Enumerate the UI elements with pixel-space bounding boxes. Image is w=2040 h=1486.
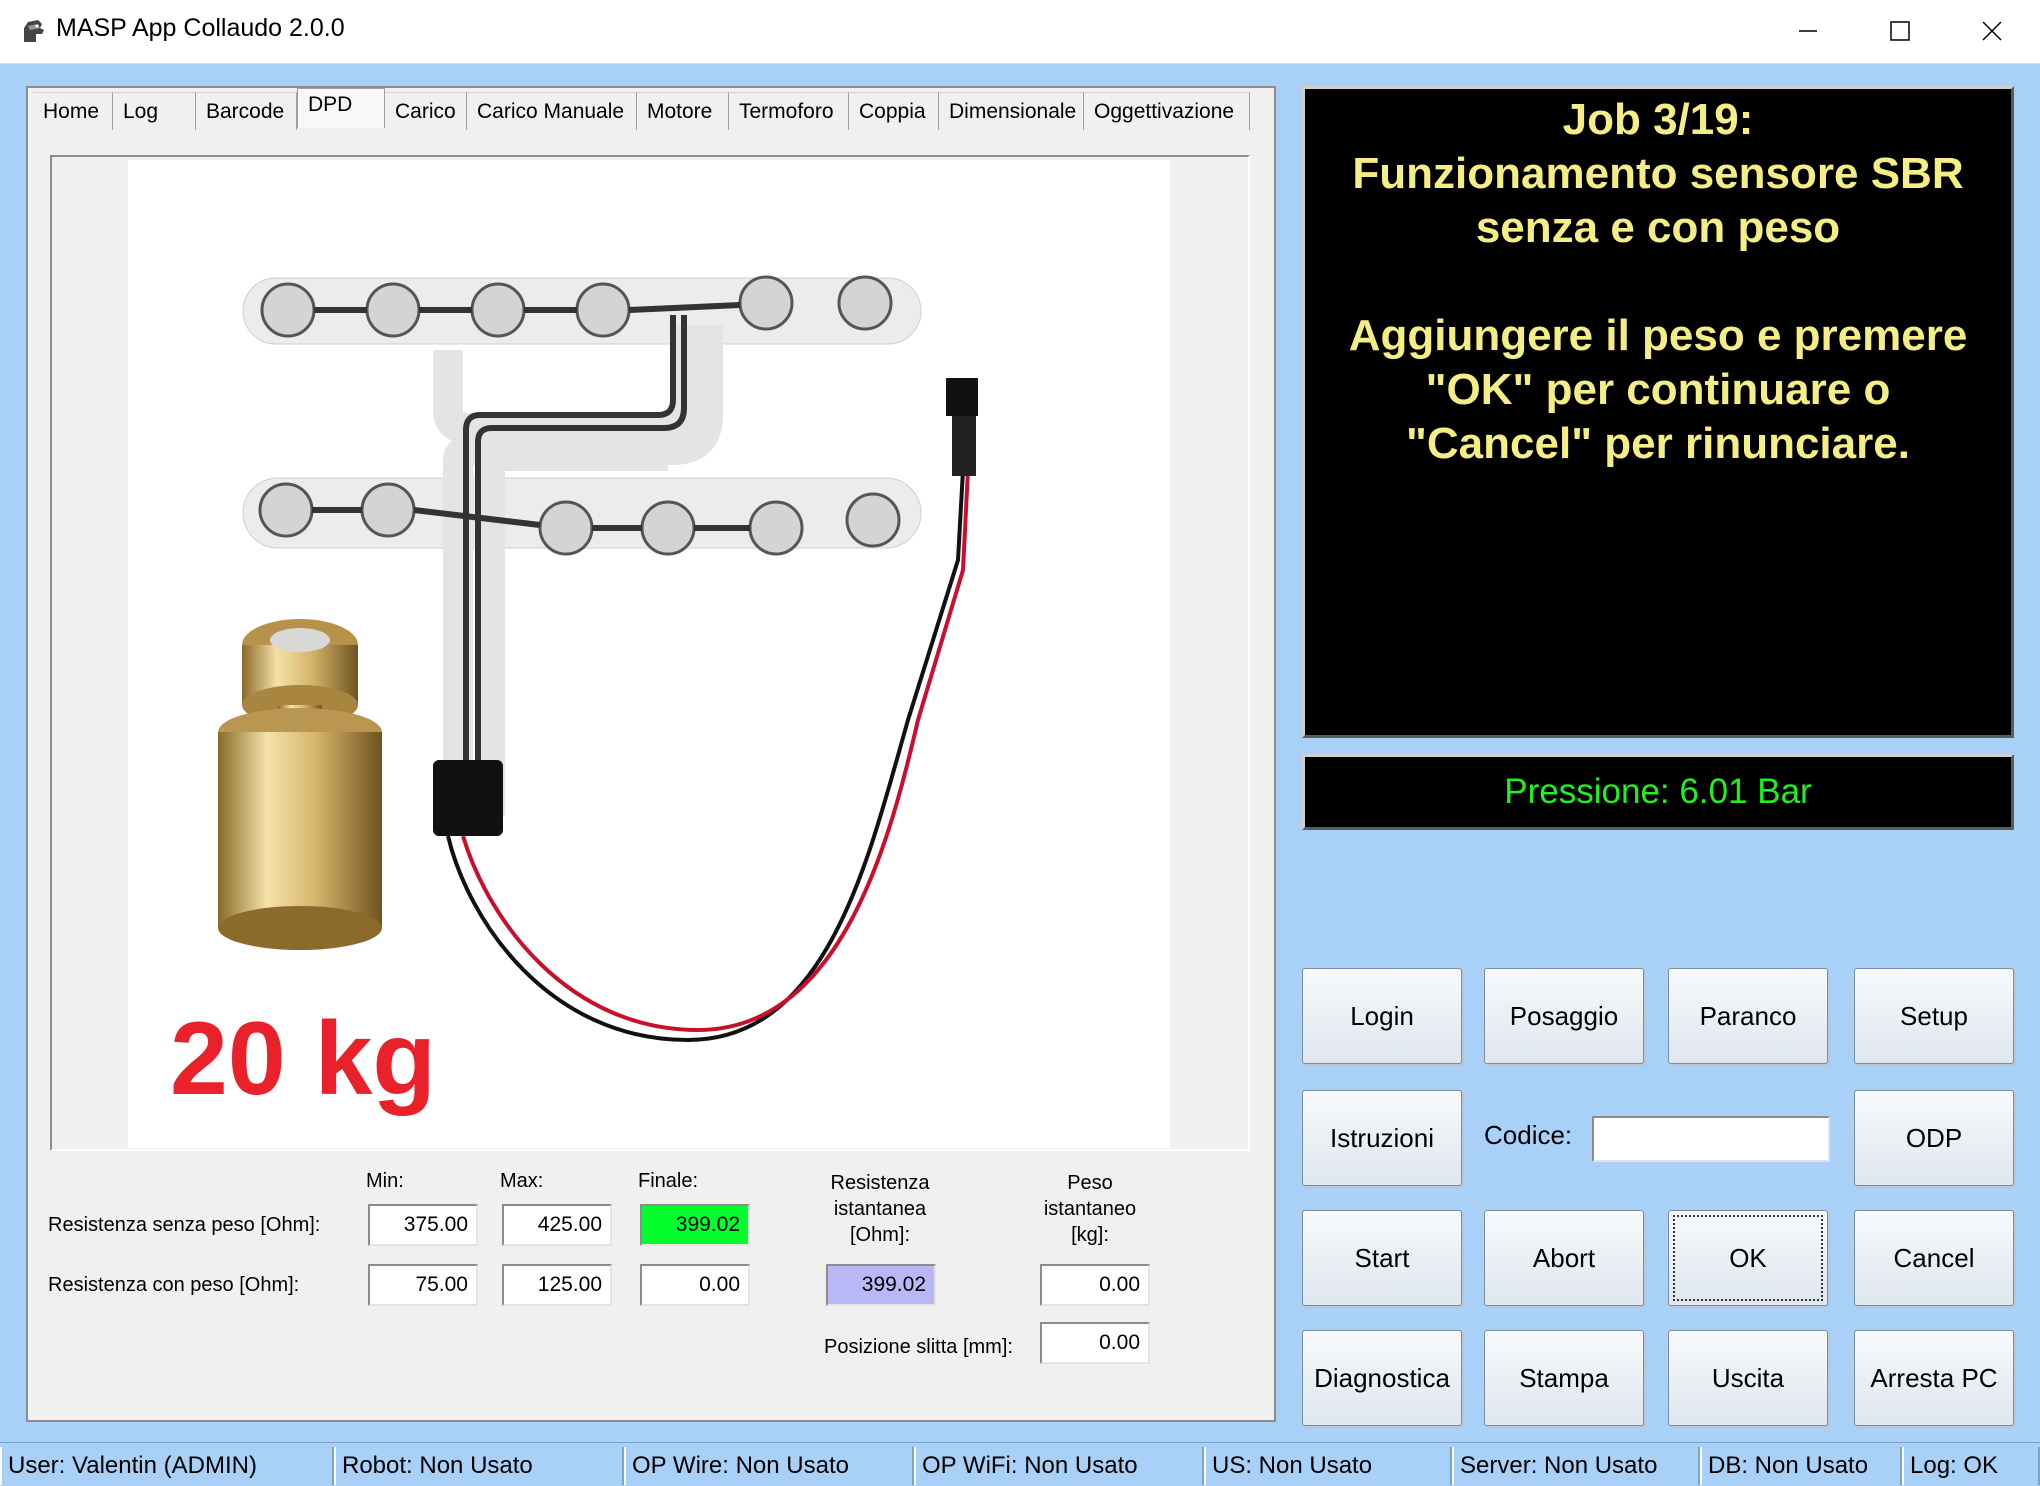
tab-oggettivazione[interactable]: Oggettivazione [1084,92,1250,130]
instant-weight-field: 0.00 [1040,1264,1150,1306]
weight-label: 20 kg [170,1001,436,1117]
istruzioni-button[interactable]: Istruzioni [1302,1090,1462,1186]
tab-barcode[interactable]: Barcode [196,92,297,130]
row2-min-field[interactable]: 75.00 [368,1264,478,1306]
job-subtitle: senza e con peso [1475,203,1841,252]
start-button[interactable]: Start [1302,1210,1462,1306]
maximize-button[interactable] [1854,0,1946,62]
stampa-button[interactable]: Stampa [1484,1330,1644,1426]
slide-position-label: Posizione slitta [mm]: [824,1336,1013,1358]
row-with-weight-label: Resistenza con peso [Ohm]: [48,1274,300,1296]
job-title: Funzionamento sensore SBR [1352,149,1964,198]
instruction-line-1: Aggiungere il peso e premere [1348,311,1968,360]
close-icon [1982,21,2002,41]
status-robot: Robot: Non Usato [334,1447,624,1485]
codice-label: Codice: [1484,1120,1573,1150]
row-without-weight-label: Resistenza senza peso [Ohm]: [48,1214,321,1236]
job-number: Job 3/19: [1562,95,1754,144]
tab-log[interactable]: Log [113,92,196,130]
status-db: DB: Non Usato [1700,1447,1902,1485]
status-server: Server: Non Usato [1452,1447,1700,1485]
tab-strip: Home Log Barcode DPD Carico Carico Manua… [33,88,1250,132]
min-header: Min: [366,1170,404,1192]
final-header: Finale: [638,1170,699,1192]
row2-max-field[interactable]: 125.00 [502,1264,612,1306]
window-title: MASP App Collaudo 2.0.0 [56,14,345,42]
tab-coppia[interactable]: Coppia [849,92,939,130]
instant-resistance-header: Resistenza istantanea [Ohm]: [830,1172,930,1246]
diagnostica-button[interactable]: Diagnostica [1302,1330,1462,1426]
maximize-icon [1890,21,1910,41]
instant-resistance-field: 399.02 [826,1264,936,1306]
status-op-wire: OP Wire: Non Usato [624,1447,914,1485]
instruction-line-2: "OK" per continuare o [1425,365,1891,414]
row2-final-field: 0.00 [640,1264,750,1306]
status-us: US: Non Usato [1204,1447,1452,1485]
minimize-icon [1799,30,1817,32]
instant-weight-header: Peso istantaneo [kg]: [1043,1172,1137,1246]
max-header: Max: [500,1170,544,1192]
tab-carico-manuale[interactable]: Carico Manuale [467,92,637,130]
status-op-wifi: OP WiFi: Non Usato [914,1447,1204,1485]
instruction-line-3: "Cancel" per rinunciare. [1406,419,1910,468]
tab-home[interactable]: Home [33,92,113,130]
arresta-pc-button[interactable]: Arresta PC [1854,1330,2014,1426]
abort-button[interactable]: Abort [1484,1210,1644,1306]
row1-max-field[interactable]: 425.00 [502,1204,612,1246]
paranco-button[interactable]: Paranco [1668,968,1828,1064]
slide-position-field: 0.00 [1040,1322,1150,1364]
login-button[interactable]: Login [1302,968,1462,1064]
row1-min-field[interactable]: 375.00 [368,1204,478,1246]
odp-button[interactable]: ODP [1854,1090,2014,1186]
close-button[interactable] [1946,0,2038,62]
row1-final-field: 399.02 [640,1204,750,1246]
tab-dpd[interactable]: DPD [297,88,385,128]
status-user: User: Valentin (ADMIN) [0,1447,334,1485]
posaggio-button[interactable]: Posaggio [1484,968,1644,1064]
cancel-button[interactable]: Cancel [1854,1210,2014,1306]
tab-motore[interactable]: Motore [637,92,729,130]
setup-button[interactable]: Setup [1854,968,2014,1064]
app-icon [24,20,44,42]
uscita-button[interactable]: Uscita [1668,1330,1828,1426]
tab-carico[interactable]: Carico [385,92,467,130]
pressure-display: Pressione: 6.01 Bar [1302,754,2014,830]
ok-button[interactable]: OK [1668,1210,1828,1306]
status-bar: User: Valentin (ADMIN) Robot: Non Usato … [0,1442,2040,1486]
job-message-panel: Job 3/19: Funzionamento sensore SBR senz… [1302,86,2014,738]
minimize-button[interactable] [1762,0,1854,62]
status-log: Log: OK [1902,1447,2040,1485]
tab-termoforo[interactable]: Termoforo [729,92,849,130]
tab-dimensionale[interactable]: Dimensionale [939,92,1084,130]
title-bar: MASP App Collaudo 2.0.0 [0,0,2040,64]
codice-input[interactable] [1592,1116,1830,1162]
